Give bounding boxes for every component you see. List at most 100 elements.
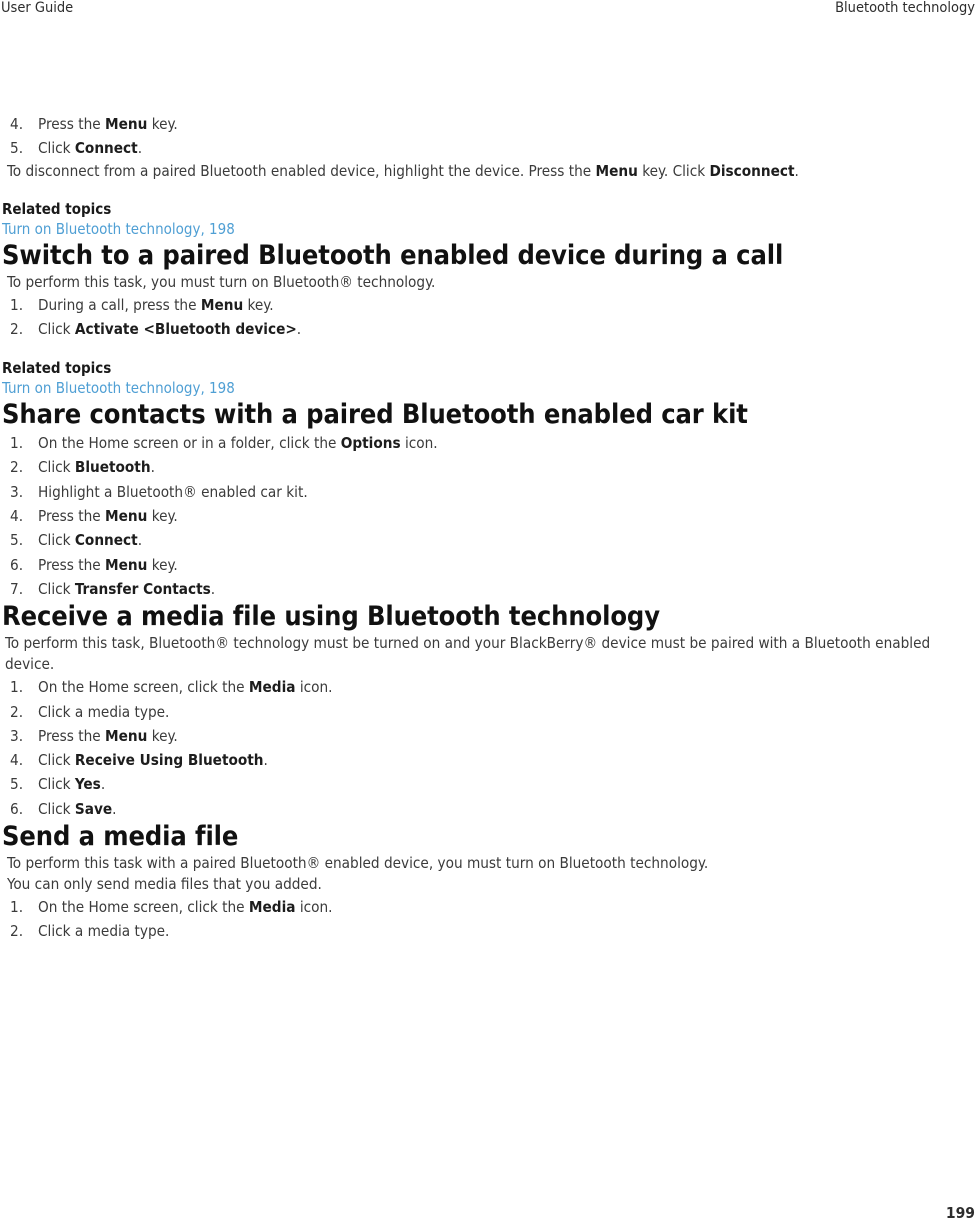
list-item: Click Yes. (0, 772, 975, 797)
step-text-pre: Press the (38, 507, 106, 526)
step-text-pre: Click (38, 579, 75, 598)
list-item: On the Home screen, click the Media icon… (0, 895, 975, 920)
step-text-post: . (150, 458, 155, 477)
step-text-post: . (137, 531, 143, 550)
list-item: Highlight a Bluetooth® enabled car kit. (0, 480, 975, 505)
step-list-continued: Press the Menu key. Click Connect. (0, 112, 975, 161)
step-text-post: key. (147, 507, 178, 526)
step-list: During a call, press the Menu key. Click… (0, 293, 975, 342)
step-text-pre: During a call, press the (38, 295, 201, 314)
step-text-post: . (112, 799, 117, 818)
step-list: On the Home screen, click the Media icon… (0, 675, 975, 821)
step-text-pre: Click a media type. (38, 922, 170, 941)
step-text-bold: Connect (74, 139, 138, 158)
step-text-bold: Connect (74, 531, 138, 550)
list-item: Click Connect. (0, 528, 975, 553)
list-item: Click Connect. (0, 136, 975, 161)
related-topic-link[interactable]: Turn on Bluetooth technology, 198 (0, 219, 975, 240)
list-item: Click Activate <Bluetooth device>. (0, 317, 975, 342)
related-topic-link[interactable]: Turn on Bluetooth technology, 198 (0, 378, 975, 399)
section-heading: Share contacts with a paired Bluetooth e… (2, 399, 748, 431)
step-text-post: key. (147, 555, 178, 574)
step-text-post: . (210, 579, 216, 598)
list-item: Press the Menu key. (0, 724, 975, 749)
step-text-bold: Transfer Contacts (74, 579, 211, 598)
para-part: . (794, 161, 799, 180)
related-topics-block: Related topics Turn on Bluetooth technol… (0, 199, 975, 240)
step-text-pre: Click (38, 775, 75, 794)
list-item: Click a media type. (0, 919, 975, 944)
step-text-bold: Menu (105, 555, 148, 574)
list-item: Click Transfer Contacts. (0, 577, 975, 602)
page-content: Press the Menu key. Click Connect. To di… (0, 112, 975, 944)
list-item: Press the Menu key. (0, 112, 975, 137)
step-text-pre: Click a media type. (38, 702, 170, 721)
step-text-post: icon. (400, 434, 438, 453)
section-note: You can only send media files that you a… (7, 875, 322, 894)
step-text-post: icon. (295, 898, 333, 917)
step-list: On the Home screen, click the Media icon… (0, 895, 975, 944)
step-text-bold: Save (74, 799, 113, 818)
step-text-bold: Receive Using Bluetooth (74, 751, 264, 770)
section-heading: Switch to a paired Bluetooth enabled dev… (2, 239, 784, 271)
step-text-post: icon. (295, 678, 333, 697)
step-text-bold: Options (340, 434, 401, 453)
step-text-bold: Bluetooth (74, 458, 151, 477)
section-intro: To perform this task, Bluetooth® technol… (5, 634, 931, 674)
related-topics-block: Related topics Turn on Bluetooth technol… (0, 358, 975, 399)
step-text-post: key. (243, 295, 274, 314)
step-text-post: . (263, 751, 268, 770)
step-text-post: . (296, 319, 302, 338)
running-header: User Guide Bluetooth technology (0, 0, 975, 20)
header-left-title: User Guide (1, 0, 74, 16)
step-text-bold: Media (248, 678, 296, 697)
step-text-pre: Click (38, 751, 75, 770)
list-item: Press the Menu key. (0, 504, 975, 529)
para-part: key. Click (637, 161, 710, 180)
step-text-pre: On the Home screen, click the (38, 678, 249, 697)
list-item: During a call, press the Menu key. (0, 293, 975, 318)
step-text-bold: Menu (105, 726, 148, 745)
page-number: 199 (945, 1204, 975, 1222)
list-item: Click Receive Using Bluetooth. (0, 748, 975, 773)
step-list: On the Home screen or in a folder, click… (0, 431, 975, 601)
step-text-post: key. (147, 726, 178, 745)
list-item: Click a media type. (0, 700, 975, 725)
step-text-bold: Activate <Bluetooth device> (74, 319, 297, 338)
step-text-pre: Click (38, 458, 75, 477)
list-item: On the Home screen, click the Media icon… (0, 675, 975, 700)
step-text-bold: Menu (105, 115, 148, 133)
step-text-post: . (137, 139, 143, 158)
para-bold: Disconnect (709, 161, 795, 180)
disconnect-paragraph: To disconnect from a paired Bluetooth en… (0, 161, 975, 182)
step-text-pre: Highlight a Bluetooth® enabled car kit. (38, 482, 308, 501)
section-heading: Receive a media file using Bluetooth tec… (2, 601, 660, 633)
step-text-pre: Press the (38, 115, 106, 133)
step-text-bold: Media (248, 898, 296, 917)
step-text-bold: Menu (105, 507, 148, 526)
step-text-pre: On the Home screen or in a folder, click… (38, 434, 341, 453)
related-topics-heading: Related topics (2, 199, 112, 218)
step-text-pre: On the Home screen, click the (38, 898, 249, 917)
step-text-post: key. (147, 115, 178, 133)
list-item: Press the Menu key. (0, 553, 975, 578)
step-text-pre: Click (38, 319, 75, 338)
related-topics-heading: Related topics (2, 359, 112, 378)
section-intro: To perform this task, you must turn on B… (7, 272, 436, 291)
para-part: To disconnect from a paired Bluetooth en… (7, 161, 596, 180)
list-item: Click Bluetooth. (0, 455, 975, 480)
step-text-bold: Menu (200, 295, 244, 314)
step-text-pre: Click (38, 799, 75, 818)
step-text-post: . (100, 775, 106, 794)
step-text-bold: Yes (74, 775, 101, 794)
step-text-pre: Click (38, 531, 75, 550)
step-text-pre: Press the (38, 726, 106, 745)
step-text-pre: Press the (38, 555, 106, 574)
step-text-pre: Click (38, 139, 75, 158)
para-bold: Menu (595, 161, 638, 180)
header-right-title: Bluetooth technology (835, 0, 975, 16)
list-item: On the Home screen or in a folder, click… (0, 431, 975, 456)
section-heading: Send a media file (2, 821, 239, 853)
section-intro: To perform this task with a paired Bluet… (7, 854, 709, 873)
document-page: User Guide Bluetooth technology Press th… (0, 0, 975, 1228)
